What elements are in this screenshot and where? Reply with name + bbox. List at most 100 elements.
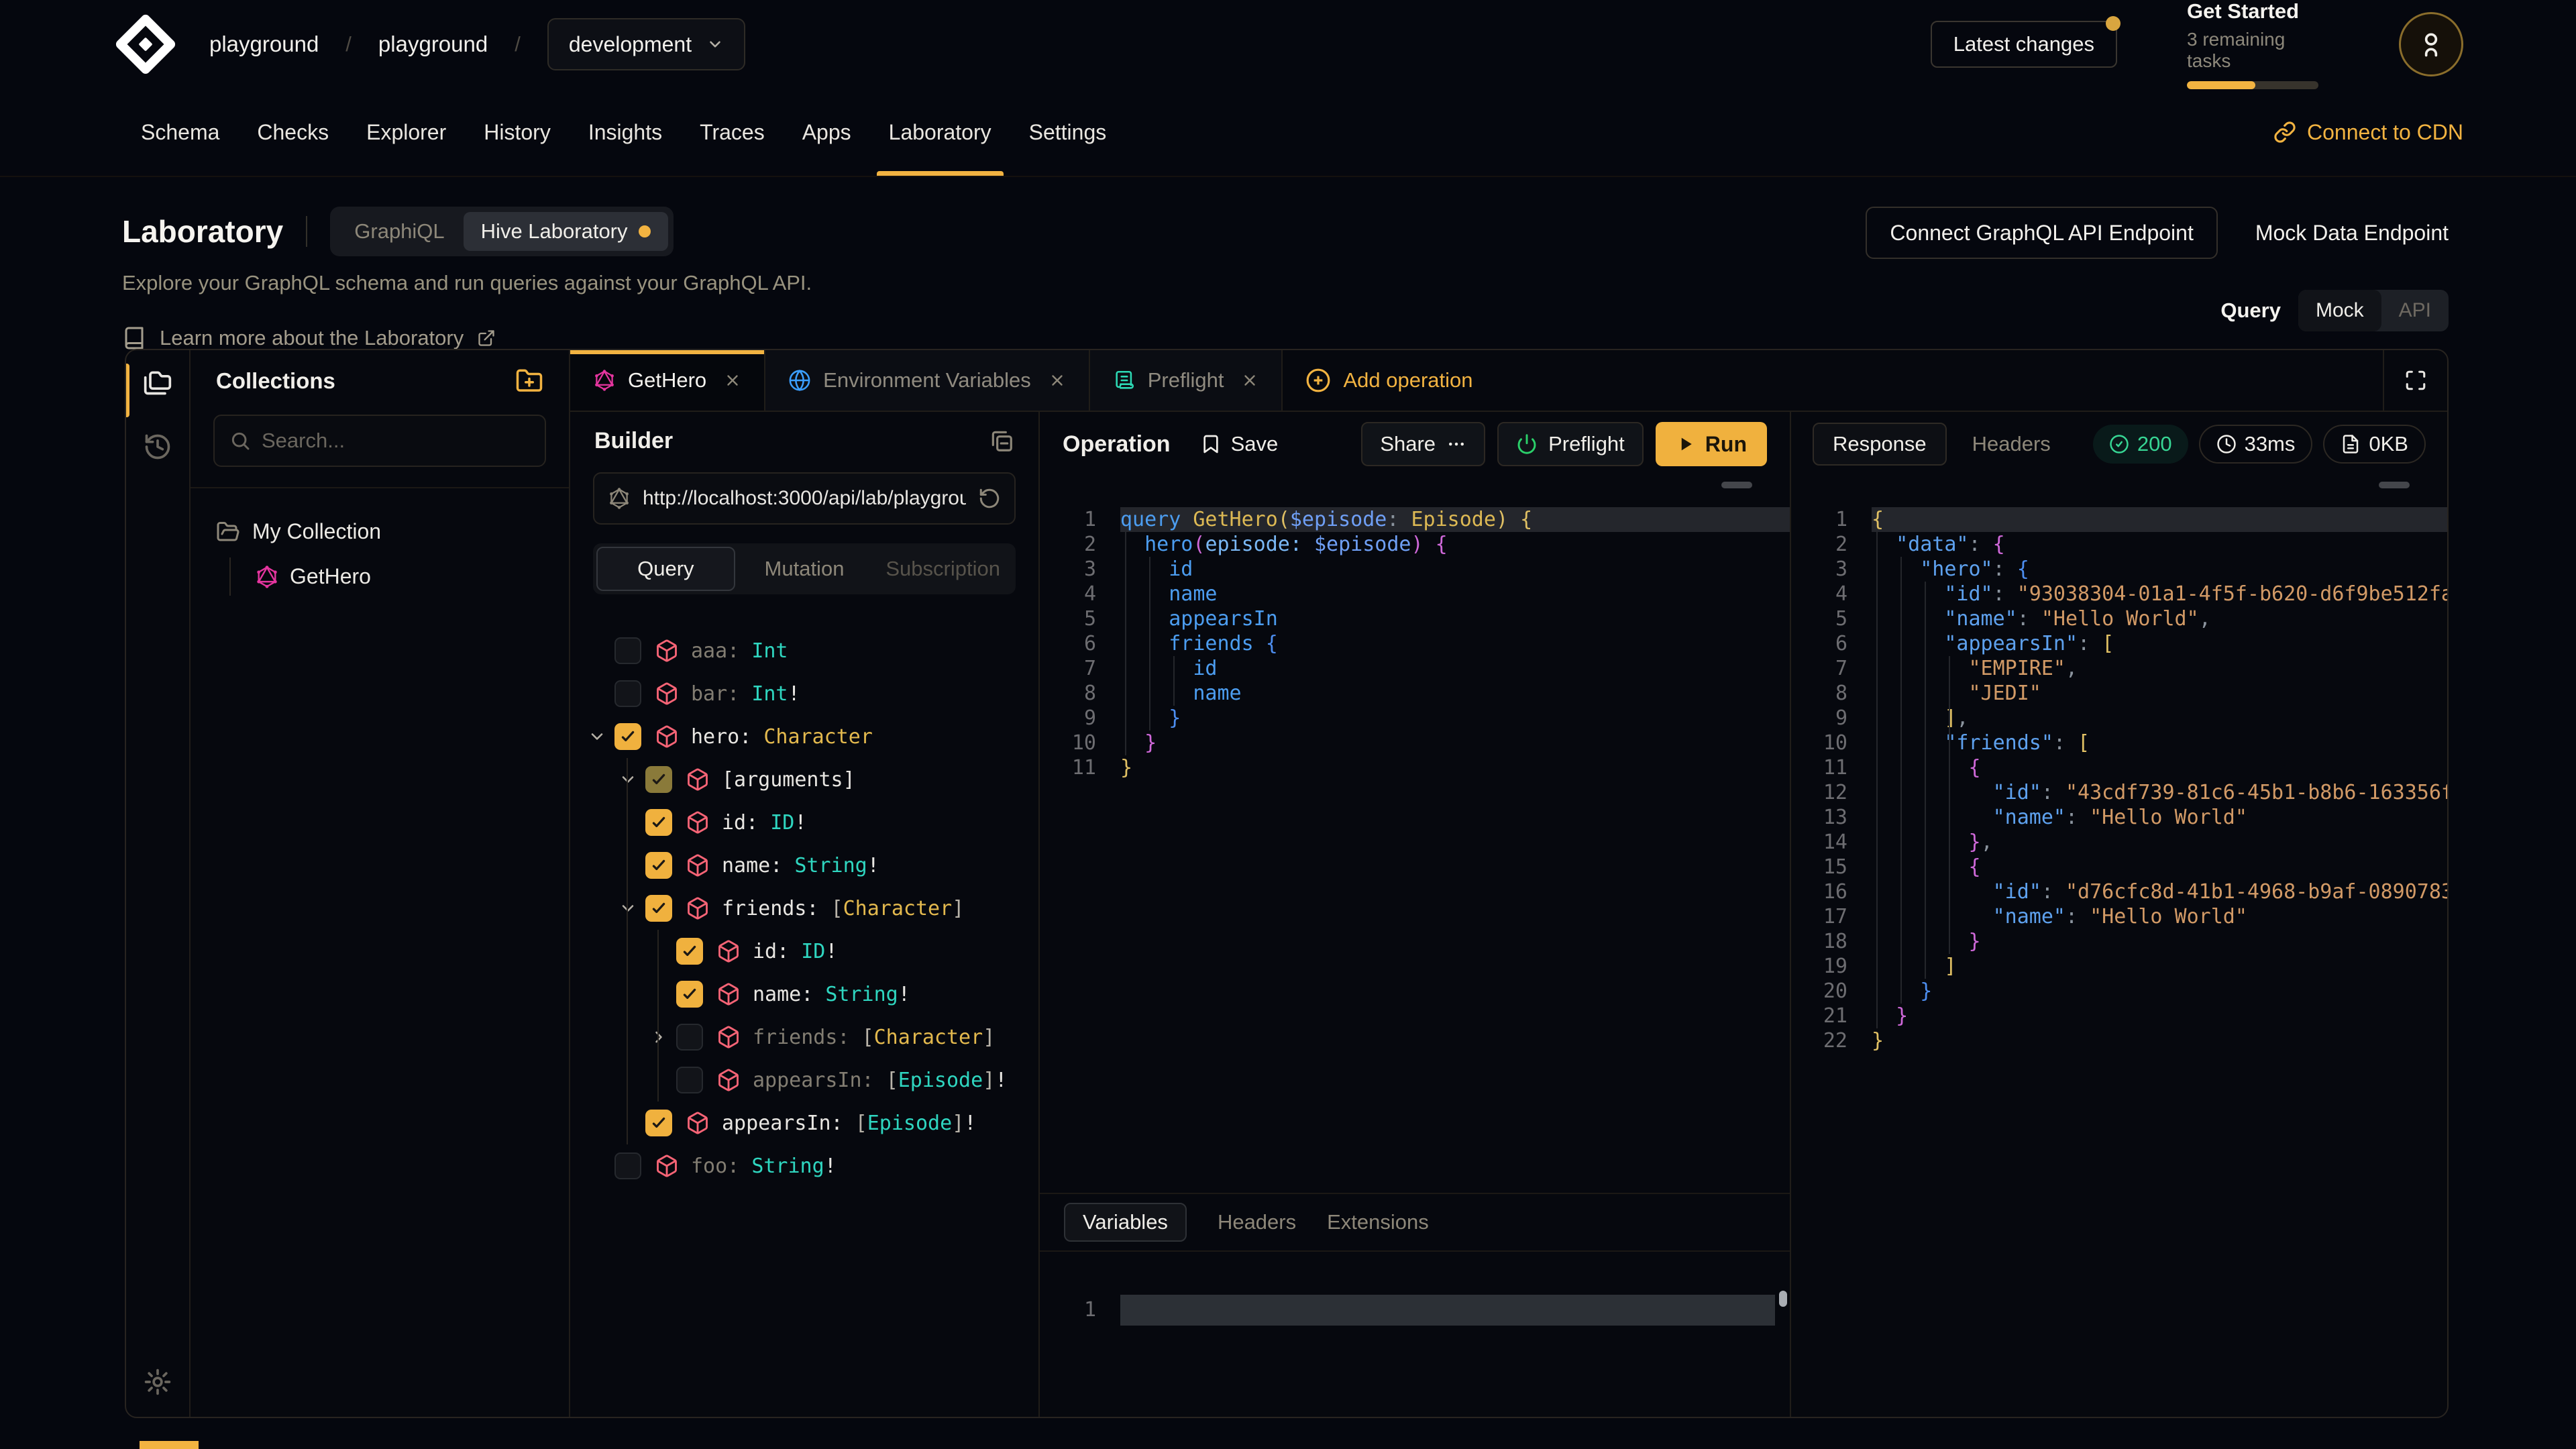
tree-row-friends[interactable]: friends: [Character] bbox=[570, 887, 1038, 930]
tree-row-id[interactable]: id: ID! bbox=[570, 801, 1038, 844]
chevron-down-icon[interactable] bbox=[619, 770, 637, 789]
tree-row-arguments[interactable]: [arguments] bbox=[570, 758, 1038, 801]
checkbox-unchecked[interactable] bbox=[614, 1152, 641, 1179]
run-button[interactable]: Run bbox=[1656, 422, 1767, 466]
tree-row-aaa[interactable]: aaa: Int bbox=[570, 629, 1038, 672]
divider bbox=[306, 216, 307, 247]
connect-to-cdn-link[interactable]: Connect to CDN bbox=[2273, 120, 2463, 145]
preflight-button[interactable]: Preflight bbox=[1497, 422, 1644, 466]
close-icon[interactable] bbox=[724, 372, 741, 389]
variables-empty-line[interactable] bbox=[1120, 1295, 1775, 1326]
collections-title: Collections bbox=[216, 368, 335, 394]
tree-row-friends-appearsin[interactable]: appearsIn: [Episode]! bbox=[570, 1059, 1038, 1102]
tree-row-name[interactable]: name: String! bbox=[570, 844, 1038, 887]
tab-variables[interactable]: Variables bbox=[1064, 1203, 1187, 1242]
tree-row-friends-id[interactable]: id: ID! bbox=[570, 930, 1038, 973]
hive-laboratory-mode-option[interactable]: Hive Laboratory bbox=[464, 212, 668, 251]
get-started-widget[interactable]: Get Started 3 remaining tasks bbox=[2187, 0, 2318, 89]
search-input[interactable] bbox=[262, 429, 530, 453]
checkbox-checked[interactable] bbox=[676, 938, 703, 965]
share-button[interactable]: Share bbox=[1361, 422, 1485, 466]
target-selector[interactable]: development bbox=[547, 18, 745, 70]
endpoint-url-field[interactable] bbox=[593, 472, 1016, 525]
tab-gethero[interactable]: GetHero bbox=[570, 350, 765, 411]
close-icon[interactable] bbox=[1241, 372, 1258, 389]
toggle-option-mock[interactable]: Mock bbox=[2298, 290, 2381, 331]
scrollbar-thumb[interactable] bbox=[1779, 1291, 1787, 1307]
collections-search[interactable] bbox=[213, 415, 546, 467]
code-line: 13 "name": "Hello World" bbox=[1791, 805, 2447, 830]
checkbox-checked[interactable] bbox=[645, 852, 672, 879]
checkbox-mixed[interactable] bbox=[645, 766, 672, 793]
toggle-option-api[interactable]: API bbox=[2381, 290, 2449, 331]
mock-data-endpoint-label[interactable]: Mock Data Endpoint bbox=[2255, 221, 2449, 246]
query-editor[interactable]: 1query GetHero($episode: Episode) { 2 he… bbox=[1040, 476, 1790, 1193]
collection-folder[interactable]: My Collection bbox=[216, 519, 543, 544]
add-operation-button[interactable]: Add operation bbox=[1305, 350, 1472, 411]
get-started-progressbar bbox=[2187, 81, 2318, 89]
chevron-down-icon[interactable] bbox=[588, 727, 606, 746]
tab-environment-variables[interactable]: Environment Variables bbox=[765, 350, 1090, 411]
segment-query[interactable]: Query bbox=[596, 547, 735, 591]
checkbox-unchecked[interactable] bbox=[614, 680, 641, 707]
response-editor[interactable]: 1{ 2 "data": { 3 "hero": { 4 "id": "9303… bbox=[1791, 476, 2447, 1417]
checkbox-unchecked[interactable] bbox=[614, 637, 641, 664]
checkbox-checked[interactable] bbox=[614, 723, 641, 750]
variables-editor[interactable]: 1 bbox=[1040, 1252, 1790, 1417]
collections-icon[interactable] bbox=[143, 368, 172, 397]
save-button[interactable]: Save bbox=[1200, 432, 1279, 456]
checkbox-unchecked[interactable] bbox=[676, 1024, 703, 1051]
breadcrumb-project[interactable]: playground bbox=[378, 32, 488, 57]
checkbox-checked[interactable] bbox=[645, 809, 672, 836]
tree-row-friends-friends[interactable]: friends: [Character] bbox=[570, 1016, 1038, 1059]
checkbox-checked[interactable] bbox=[645, 1110, 672, 1136]
endpoint-url-input[interactable] bbox=[643, 487, 966, 510]
scrollbar-thumb[interactable] bbox=[1721, 482, 1752, 488]
segment-mutation[interactable]: Mutation bbox=[735, 547, 874, 591]
checkbox-checked[interactable] bbox=[676, 981, 703, 1008]
segment-subscription[interactable]: Subscription bbox=[873, 547, 1012, 591]
checkbox-unchecked[interactable] bbox=[676, 1067, 703, 1093]
fullscreen-button[interactable] bbox=[2383, 350, 2447, 411]
settings-gear-icon[interactable] bbox=[143, 1367, 172, 1397]
learn-more-row: Learn more about the Laboratory bbox=[122, 326, 812, 350]
tree-row-appearsin[interactable]: appearsIn: [Episode]! bbox=[570, 1102, 1038, 1144]
graphiql-mode-option[interactable]: GraphiQL bbox=[335, 219, 463, 244]
nav-tab-schema[interactable]: Schema bbox=[122, 89, 238, 176]
tab-response[interactable]: Response bbox=[1813, 423, 1947, 466]
tree-row-hero[interactable]: hero: Character bbox=[570, 715, 1038, 758]
hive-logo-icon[interactable] bbox=[114, 13, 177, 76]
connect-endpoint-button[interactable]: Connect GraphQL API Endpoint bbox=[1866, 207, 2217, 259]
chevron-down-icon[interactable] bbox=[619, 899, 637, 918]
nav-tab-settings[interactable]: Settings bbox=[1010, 89, 1126, 176]
nav-tab-traces[interactable]: Traces bbox=[681, 89, 784, 176]
close-icon[interactable] bbox=[1049, 372, 1066, 389]
collection-item-gethero[interactable]: GetHero bbox=[255, 557, 543, 596]
schema-field-tree[interactable]: aaa: Int bar: Int! hero: Chara bbox=[570, 629, 1038, 1417]
nav-tab-insights[interactable]: Insights bbox=[570, 89, 681, 176]
checkbox-checked[interactable] bbox=[645, 895, 672, 922]
nav-tab-checks[interactable]: Checks bbox=[238, 89, 347, 176]
add-collection-folder-icon[interactable] bbox=[515, 367, 543, 395]
chevron-right-icon[interactable] bbox=[649, 1028, 668, 1046]
nav-tab-laboratory[interactable]: Laboratory bbox=[870, 89, 1010, 176]
collapse-panel-icon[interactable] bbox=[989, 428, 1014, 453]
check-icon bbox=[650, 814, 667, 831]
nav-tab-history[interactable]: History bbox=[465, 89, 570, 176]
nav-tab-apps[interactable]: Apps bbox=[784, 89, 870, 176]
scrollbar-thumb[interactable] bbox=[2379, 482, 2410, 488]
latest-changes-button[interactable]: Latest changes bbox=[1931, 21, 2117, 68]
tab-extensions[interactable]: Extensions bbox=[1327, 1210, 1429, 1234]
tree-row-bar[interactable]: bar: Int! bbox=[570, 672, 1038, 715]
learn-more-link[interactable]: Learn more about the Laboratory bbox=[160, 326, 464, 350]
tab-headers[interactable]: Headers bbox=[1218, 1210, 1296, 1234]
tree-row-foo[interactable]: foo: String! bbox=[570, 1144, 1038, 1187]
refresh-icon[interactable] bbox=[978, 487, 1001, 510]
tab-response-headers[interactable]: Headers bbox=[1972, 432, 2051, 456]
avatar[interactable] bbox=[2399, 12, 2463, 76]
nav-tab-explorer[interactable]: Explorer bbox=[347, 89, 465, 176]
tab-preflight[interactable]: Preflight bbox=[1090, 350, 1283, 411]
history-icon[interactable] bbox=[143, 432, 172, 462]
tree-row-friends-name[interactable]: name: String! bbox=[570, 973, 1038, 1016]
breadcrumb-org[interactable]: playground bbox=[209, 32, 319, 57]
